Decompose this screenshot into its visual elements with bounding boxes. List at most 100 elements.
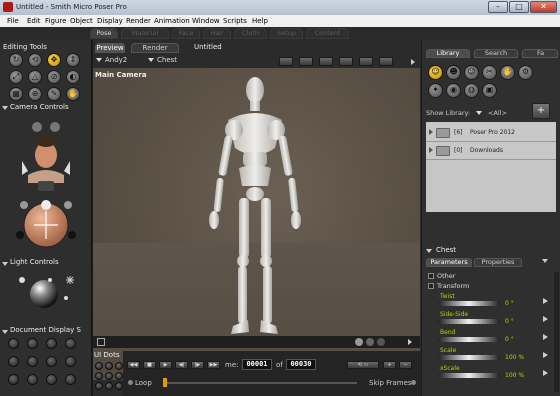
grouping-tool-icon[interactable]: ▦: [9, 87, 23, 101]
display-style-smooth-shaded[interactable]: [8, 374, 19, 385]
keyframes-button[interactable]: ⟲ ▭: [347, 361, 379, 369]
add-keyframe-icon[interactable]: +: [383, 361, 396, 369]
remove-keyframe-icon[interactable]: −: [399, 361, 412, 369]
display-style-hidden-line[interactable]: [65, 338, 76, 349]
current-frame-field[interactable]: 00001: [242, 359, 272, 370]
room-tab-content[interactable]: Content: [306, 28, 349, 39]
display-style-flat-lined[interactable]: [46, 356, 57, 367]
add-to-library-icon[interactable]: +: [532, 103, 550, 119]
viewport-3d[interactable]: Main Camera: [93, 68, 420, 380]
ui-dot-7[interactable]: [95, 382, 103, 390]
lights-category-icon[interactable]: ✦: [428, 83, 443, 98]
tab-search[interactable]: Search: [474, 49, 518, 58]
tab-library[interactable]: Library: [426, 49, 470, 58]
ui-dot-9[interactable]: [115, 382, 123, 390]
param-value[interactable]: 100 %: [505, 354, 524, 361]
param-side-side[interactable]: Side-Side 0 °: [430, 311, 550, 327]
menu-animation[interactable]: Animation: [154, 17, 190, 25]
expand-arrow-icon[interactable]: [429, 147, 433, 153]
area-render-icon[interactable]: [319, 57, 333, 66]
menu-object[interactable]: Object: [70, 17, 93, 25]
taper-tool-icon[interactable]: △: [28, 70, 42, 84]
skip-frames-toggle-icon[interactable]: [411, 380, 416, 385]
viewport-scroll-right-icon[interactable]: [408, 339, 412, 345]
display-style-cartoon[interactable]: [65, 356, 76, 367]
show-library-select[interactable]: <All>: [476, 109, 516, 117]
morph-tool-icon[interactable]: ✎: [47, 87, 61, 101]
light-controls-collapse-icon[interactable]: [2, 262, 8, 266]
direct-manipulation-tool-icon[interactable]: ✋: [66, 87, 80, 101]
toolbar-scroll-right-icon[interactable]: [411, 59, 415, 65]
menu-edit[interactable]: Edit: [27, 17, 41, 25]
menu-figure[interactable]: Figure: [45, 17, 66, 25]
param-options-icon[interactable]: [543, 352, 548, 358]
ui-dot-8[interactable]: [105, 382, 113, 390]
room-tab-material[interactable]: Material: [121, 28, 169, 39]
render-icon[interactable]: [339, 57, 353, 66]
room-tab-cloth[interactable]: Cloth: [234, 28, 267, 39]
param-options-icon[interactable]: [543, 370, 548, 376]
param-dial[interactable]: [438, 301, 500, 306]
poses-category-icon[interactable]: ☻: [446, 65, 461, 80]
loop-toggle-icon[interactable]: [128, 380, 133, 385]
display-style-smooth-lined[interactable]: [27, 374, 38, 385]
actor-select-menu[interactable]: Chest: [147, 56, 195, 66]
scenes-category-icon[interactable]: ▣: [482, 83, 497, 98]
param-dial[interactable]: [438, 337, 500, 342]
params-scrollbar[interactable]: [554, 272, 559, 392]
param-bend[interactable]: Bend 0 °: [430, 329, 550, 345]
camera-controls-collapse-icon[interactable]: [2, 106, 8, 110]
display-mode-dot-2[interactable]: [366, 338, 374, 346]
tab-render[interactable]: Render: [131, 43, 179, 53]
light-controls-widget[interactable]: [10, 270, 86, 316]
play-icon[interactable]: ▶: [159, 361, 172, 369]
translate-tool-icon[interactable]: ✥: [47, 53, 61, 67]
timeline-track[interactable]: [163, 382, 357, 384]
room-tab-hair[interactable]: Hair: [203, 28, 231, 39]
maximize-button[interactable]: □: [509, 1, 529, 13]
param-value[interactable]: 100 %: [505, 372, 524, 379]
param-dial[interactable]: [438, 373, 500, 378]
document-display-collapse-icon[interactable]: [2, 330, 8, 334]
param-options-icon[interactable]: [543, 298, 548, 304]
timeline-scrubber[interactable]: [163, 378, 167, 387]
expressions-category-icon[interactable]: ☺: [464, 65, 479, 80]
display-style-outline[interactable]: [27, 338, 38, 349]
library-item[interactable]: [0] Downloads: [426, 142, 556, 160]
display-options-icon[interactable]: [359, 57, 373, 66]
camera-view-icon[interactable]: [279, 57, 293, 66]
param-twist[interactable]: Twist 0 °: [430, 293, 550, 309]
param-xscale[interactable]: xScale 100 %: [430, 365, 550, 381]
menu-window[interactable]: Window: [192, 17, 220, 25]
param-options-icon[interactable]: [543, 316, 548, 322]
library-item[interactable]: [6] Poser Pro 2012: [426, 124, 556, 142]
param-dial[interactable]: [438, 355, 500, 360]
materials-category-icon[interactable]: ◍: [464, 83, 479, 98]
display-style-flat-shaded[interactable]: [27, 356, 38, 367]
color-tool-icon[interactable]: ◐: [66, 70, 80, 84]
group-other[interactable]: Other: [428, 272, 548, 281]
hair-category-icon[interactable]: ✂: [482, 65, 497, 80]
param-value[interactable]: 0 °: [505, 336, 514, 343]
display-style-texture-shaded[interactable]: [46, 374, 57, 385]
render-settings-icon[interactable]: [299, 57, 313, 66]
layout-icon[interactable]: [379, 57, 393, 66]
ui-dot-4[interactable]: [95, 372, 103, 380]
step-back-icon[interactable]: ◀|: [175, 361, 188, 369]
ui-dot-3[interactable]: [115, 362, 123, 370]
menu-file[interactable]: File: [7, 17, 19, 25]
display-style-silhouette[interactable]: [8, 338, 19, 349]
ui-dot-2[interactable]: [105, 362, 113, 370]
hands-category-icon[interactable]: ✋: [500, 65, 515, 80]
chain-break-tool-icon[interactable]: ⊘: [47, 70, 61, 84]
tab-parameters[interactable]: Parameters: [426, 258, 472, 267]
tab-favorites[interactable]: Fa: [522, 49, 558, 58]
figure-select-menu[interactable]: Andy2: [95, 56, 143, 66]
tab-preview[interactable]: Preview: [95, 43, 125, 53]
ui-dot-5[interactable]: [105, 372, 113, 380]
display-style-lit-wireframe[interactable]: [8, 356, 19, 367]
param-scale[interactable]: Scale 100 %: [430, 347, 550, 363]
menu-display[interactable]: Display: [97, 17, 123, 25]
total-frames-field[interactable]: 00030: [286, 359, 316, 370]
twist-tool-icon[interactable]: ⟲: [28, 53, 42, 67]
